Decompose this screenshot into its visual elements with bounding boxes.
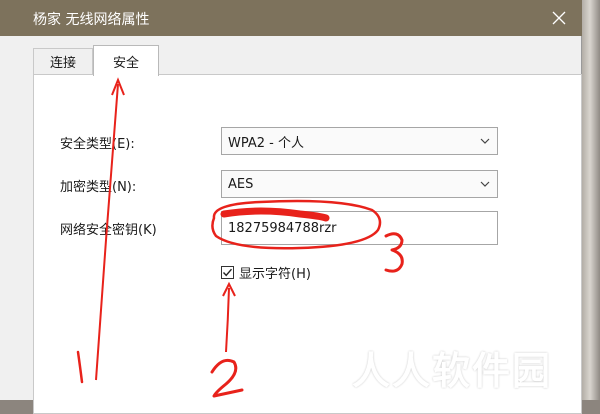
checkmark-icon (222, 268, 233, 277)
tab-strip: 连接 安全 (33, 45, 582, 76)
show-characters-option[interactable]: 显示字符(H) (221, 263, 311, 282)
show-characters-checkbox[interactable] (221, 266, 234, 279)
network-key-label: 网络安全密钥(K) (60, 223, 157, 238)
tab-security-label: 安全 (112, 55, 139, 71)
encryption-type-value: AES (228, 176, 254, 192)
window-title: 杨家 无线网络属性 (33, 12, 150, 28)
title-bar: 杨家 无线网络属性 (0, 0, 582, 36)
encryption-type-label: 加密类型(N): (60, 180, 137, 195)
tab-connection-label: 连接 (49, 56, 76, 71)
security-type-value: WPA2 - 个人 (228, 135, 304, 151)
security-type-select[interactable]: WPA2 - 个人 (221, 127, 498, 155)
security-type-label: 安全类型(E): (60, 137, 135, 152)
tab-security[interactable]: 安全 (93, 45, 159, 76)
encryption-type-select[interactable]: AES (221, 170, 498, 198)
watermark: 人人软件园 (352, 349, 553, 393)
desktop-background-right (580, 0, 600, 400)
close-icon (552, 11, 566, 25)
tab-connection[interactable]: 连接 (33, 48, 93, 74)
chevron-down-icon (480, 138, 490, 144)
show-characters-label: 显示字符(H) (239, 267, 311, 282)
chevron-down-icon (480, 181, 490, 187)
network-key-input[interactable] (221, 211, 498, 245)
close-button[interactable] (536, 0, 582, 36)
